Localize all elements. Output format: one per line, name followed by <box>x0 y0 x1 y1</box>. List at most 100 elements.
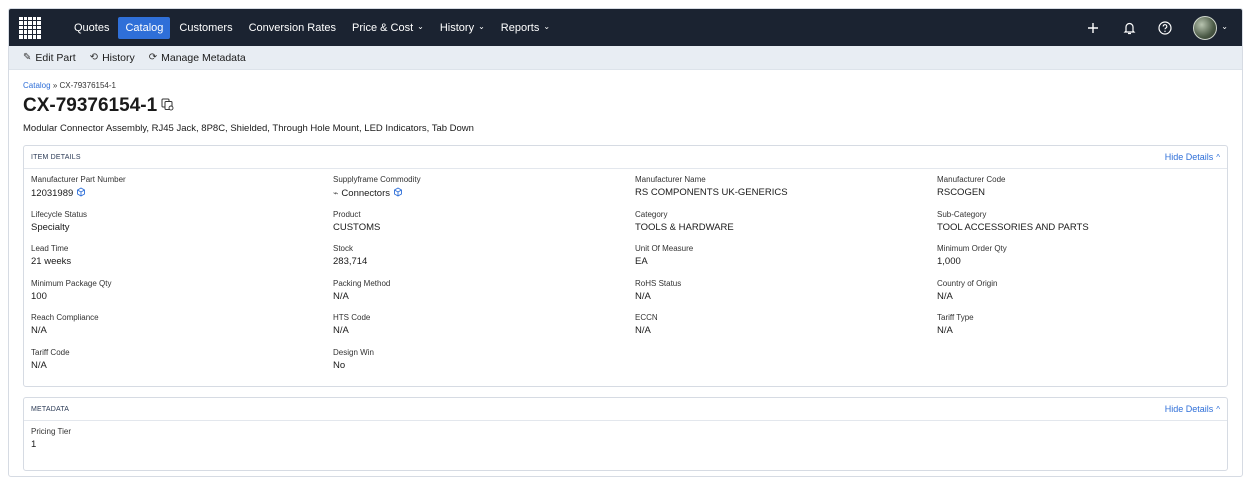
field-reach-compliance: Reach Compliance N/A <box>31 313 333 348</box>
field-value: RS COMPONENTS UK-GENERICS <box>635 187 788 198</box>
field-value: N/A <box>937 290 953 302</box>
hide-item-details-button[interactable]: Hide Details ^ <box>1165 152 1220 162</box>
field-value: RSCOGEN <box>937 187 986 198</box>
field-label: Sub-Category <box>937 209 987 219</box>
nav-item-label: Quotes <box>74 21 110 34</box>
field-value: No <box>333 359 346 371</box>
field-value-row: No <box>333 360 635 371</box>
field-value-row: N/A <box>333 291 635 302</box>
field-label: Category <box>635 209 668 219</box>
nav-item-customers[interactable]: Customers <box>172 17 239 39</box>
field-pricing-tier: Pricing Tier 1 <box>31 427 1220 462</box>
top-navigation: Quotes Catalog Customers Conversion Rates Pr… <box>9 9 1242 46</box>
chevron-down-icon: ⌄ <box>1221 22 1228 31</box>
field-label: Product <box>333 209 361 219</box>
field-manufacturer-part-number: Manufacturer Part Number 12031989 <box>31 175 333 210</box>
field-label: Design Win <box>333 347 374 357</box>
metadata-body: Pricing Tier 1 <box>24 421 1227 470</box>
field-value: 21 weeks <box>31 256 72 267</box>
field-label: ECCN <box>635 313 658 322</box>
history-button[interactable]: ⟲ History <box>90 52 135 64</box>
chevron-up-icon: ^ <box>1216 404 1220 414</box>
field-value-row: 21 weeks <box>31 256 333 267</box>
field-tariff-code: Tariff Code N/A <box>31 348 333 383</box>
field-rohs-status: RoHS Status N/A <box>635 279 937 314</box>
field-product: Product CUSTOMS <box>333 210 635 245</box>
nav-item-label: History <box>439 21 475 34</box>
field-value-row: N/A <box>937 325 1220 336</box>
metadata-card: METADATA Hide Details ^ Pricing Tier 1 <box>23 397 1228 471</box>
field-value-row: N/A <box>635 291 937 302</box>
history-icon: ⟲ <box>89 52 99 63</box>
history-label: History <box>102 51 135 64</box>
field-value: N/A <box>31 325 47 336</box>
pencil-icon: ✎ <box>23 52 32 63</box>
field-value-row: 283,714 <box>333 256 635 267</box>
hide-metadata-button[interactable]: Hide Details ^ <box>1165 404 1220 414</box>
field-country-of-origin: Country of Origin N/A <box>937 279 1220 314</box>
field-sub-category: Sub-Category TOOL ACCESSORIES AND PARTS <box>937 210 1220 245</box>
item-details-card: ITEM DETAILS Hide Details ^ Manufacturer… <box>23 145 1228 387</box>
metadata-icon: ⟳ <box>148 52 158 63</box>
nav-item-quotes[interactable]: Quotes <box>67 17 116 39</box>
field-label: Lead Time <box>31 244 69 253</box>
field-value-row: RS COMPONENTS UK-GENERICS <box>635 187 937 198</box>
field-eccn: ECCN N/A <box>635 313 937 348</box>
field-label: RoHS Status <box>635 278 682 288</box>
metadata-title: METADATA <box>31 405 70 413</box>
field-value: 100 <box>31 290 47 302</box>
manage-metadata-button[interactable]: ⟳ Manage Metadata <box>149 52 246 64</box>
field-minimum-order-qty: Minimum Order Qty 1,000 <box>937 244 1220 279</box>
field-manufacturer-code: Manufacturer Code RSCOGEN <box>937 175 1220 210</box>
field-label: Unit Of Measure <box>635 244 694 253</box>
part-description: Modular Connector Assembly, RJ45 Jack, 8… <box>23 123 474 134</box>
manage-metadata-label: Manage Metadata <box>161 51 246 64</box>
plus-icon[interactable] <box>1085 20 1101 36</box>
field-manufacturer-name: Manufacturer Name RS COMPONENTS UK-GENERI… <box>635 175 937 210</box>
edit-part-button[interactable]: ✎ Edit Part <box>23 52 76 64</box>
field-label: Reach Compliance <box>31 313 99 322</box>
chevron-down-icon: ⌄ <box>478 22 485 31</box>
hide-details-label: Hide Details <box>1164 152 1214 162</box>
app-logo-icon[interactable] <box>19 16 41 39</box>
user-menu[interactable]: ⌄ <box>1193 15 1228 40</box>
field-value: 1 <box>31 439 37 450</box>
field-label: Stock <box>333 244 354 253</box>
field-value-row: N/A <box>333 325 635 336</box>
field-label: Minimum Order Qty <box>937 244 1007 253</box>
cube-icon[interactable] <box>393 187 403 200</box>
item-details-header: ITEM DETAILS Hide Details ^ <box>24 146 1227 169</box>
field-value-row: 100 <box>31 291 333 302</box>
nav-item-catalog[interactable]: Catalog <box>118 16 171 39</box>
field-value: 283,714 <box>333 256 368 267</box>
field-value: Connectors <box>341 188 391 199</box>
field-value: N/A <box>635 325 651 336</box>
cube-icon[interactable] <box>76 187 86 200</box>
help-icon[interactable] <box>1157 20 1173 36</box>
nav-item-history[interactable]: History ⌄ <box>433 17 492 39</box>
field-value-row: Specialty <box>31 222 333 233</box>
nav-item-label: Conversion Rates <box>248 21 337 34</box>
field-value-row: ⌁ Connectors <box>333 187 635 200</box>
field-value-row: N/A <box>31 360 333 371</box>
copy-icon[interactable] <box>161 98 174 114</box>
field-hts-code: HTS Code N/A <box>333 313 635 348</box>
nav-item-label: Reports <box>500 21 540 34</box>
field-label: Lifecycle Status <box>31 209 88 219</box>
bell-icon[interactable] <box>1121 20 1137 36</box>
field-value-row: CUSTOMS <box>333 222 635 233</box>
nav-item-reports[interactable]: Reports ⌄ <box>494 17 557 39</box>
field-label: Country of Origin <box>937 278 998 288</box>
nav-item-conversion-rates[interactable]: Conversion Rates <box>242 17 343 39</box>
field-value-row: 1 <box>31 439 1220 450</box>
field-value: N/A <box>333 290 349 302</box>
avatar[interactable] <box>1193 15 1218 40</box>
field-value: TOOLS & HARDWARE <box>635 221 734 233</box>
field-label: Tariff Type <box>937 313 974 322</box>
field-label: Pricing Tier <box>31 427 72 436</box>
field-value-row: N/A <box>31 325 333 336</box>
nav-item-price-cost[interactable]: Price & Cost ⌄ <box>345 17 431 39</box>
breadcrumb-catalog-link[interactable]: Catalog <box>23 81 51 90</box>
field-label: Tariff Code <box>31 347 70 357</box>
chevron-down-icon: ⌄ <box>417 22 424 31</box>
